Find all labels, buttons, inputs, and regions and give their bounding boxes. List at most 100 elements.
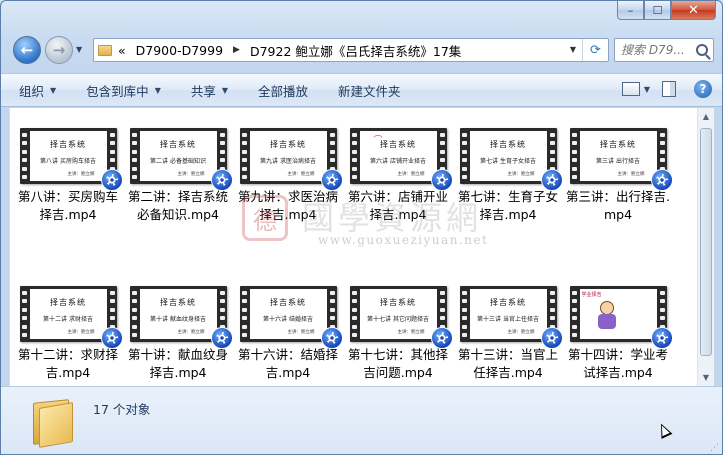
address-bar[interactable]: « D7900-D7999 ▶ D7922 鲍立娜《吕氏择吉系统》17集 ▼ ⟳: [93, 38, 609, 62]
film-reel-icon: [100, 169, 123, 191]
file-name[interactable]: 第十四讲：学业考试择吉.mp4: [564, 346, 672, 382]
file-item[interactable]: 择吉系统第三讲 出行择吉主讲：鲍立娜第三讲：出行择吉.mp4: [564, 128, 673, 248]
file-name[interactable]: 第十讲：献血纹身择吉.mp4: [124, 346, 232, 382]
file-item[interactable]: 择吉系统 第二讲 必备基础知识 主讲：鲍立娜第二讲：择吉系统必备知识.mp4: [124, 128, 233, 248]
command-bar: 组织 ▼ 包含到库中 ▼ 共享 ▼ 全部播放 新建文件夹 ▼ ?: [1, 73, 722, 107]
forward-button[interactable]: →: [45, 36, 73, 64]
film-sprocket: [350, 286, 359, 342]
thumbnail-frame: 择吉系统 第十七讲 其它问题择吉 主讲：鲍立娜: [359, 289, 437, 339]
preview-pane-icon[interactable]: [662, 81, 676, 97]
thumbnail-subtitle: 第三讲 出行择吉: [596, 158, 640, 165]
organize-label: 组织: [19, 83, 45, 99]
file-name[interactable]: 第十三讲：当官上任择吉.mp4: [454, 346, 562, 382]
mouse-cursor-icon: [655, 421, 673, 439]
thumbnail-subtitle: 第七讲 生育子女择吉: [480, 158, 536, 165]
thumbnail-frame: 择吉系统 第十三讲 当官上任择吉 主讲：鲍立娜: [469, 289, 547, 339]
file-name[interactable]: 第九讲：求医治病择吉.mp4: [234, 188, 342, 224]
thumbnail-frame: 学业择吉: [579, 289, 657, 339]
vertical-scrollbar[interactable]: ▲ ▼: [697, 108, 714, 386]
file-item[interactable]: 择吉系统 第九讲 求医治病择吉 主讲：鲍立娜 第九讲：求医治病择吉.mp4: [234, 128, 343, 248]
thumbnail-frame: 择吉系统 第十六讲 结婚择吉 主讲：鲍立娜: [249, 289, 327, 339]
film-sprocket: [130, 286, 139, 342]
share-menu[interactable]: 共享 ▼: [191, 81, 228, 100]
breadcrumb-separator-icon[interactable]: ▶: [233, 45, 240, 55]
thumbnail-frame: 择吉系统第七讲 生育子女择吉主讲：鲍立娜: [469, 131, 547, 181]
thumbnail-footer: 主讲：鲍立娜: [287, 172, 315, 177]
video-thumbnail: 择吉系统 第九讲 求医治病择吉 主讲：鲍立娜: [239, 128, 343, 191]
breadcrumb-parent[interactable]: D7900-D7999: [136, 43, 223, 58]
thumbnail-title: 择吉系统: [600, 140, 636, 149]
file-name[interactable]: 第十六讲：结婚择吉.mp4: [234, 346, 342, 382]
file-name[interactable]: 第六讲：店铺开业择吉.mp4: [344, 188, 452, 224]
address-dropdown-icon[interactable]: ▼: [570, 45, 576, 54]
file-list-pane[interactable]: 择吉系统 第八讲 买房购车择吉 主讲：鲍立娜 第八讲：买房购车择吉.mp4 择吉系统 第二…: [9, 108, 714, 386]
search-box[interactable]: [614, 38, 714, 62]
thumbnail-subtitle: 第十六讲 结婚择吉: [263, 316, 313, 323]
file-item[interactable]: 择吉系统第七讲 生育子女择吉主讲：鲍立娜第七讲：生育子女择吉.mp4: [454, 128, 563, 248]
film-sprocket: [460, 128, 469, 184]
video-thumbnail: 择吉系统 第十六讲 结婚择吉 主讲：鲍立娜: [239, 286, 343, 349]
caption-buttons: – ☐ ✕: [617, 1, 716, 21]
video-thumbnail: 择吉系统第七讲 生育子女择吉主讲：鲍立娜: [459, 128, 563, 191]
toolbar-right: ▼ ?: [621, 80, 712, 98]
back-button[interactable]: ←: [13, 36, 41, 64]
folder-icon: [98, 44, 112, 56]
film-sprocket: [20, 286, 29, 342]
film-reel-icon: [320, 327, 343, 349]
play-all-button[interactable]: 全部播放: [258, 81, 308, 100]
annotation-mark-icon: ⌒: [373, 136, 383, 146]
navigation-bar: ← → ▼ « D7900-D7999 ▶ D7922 鲍立娜《吕氏择吉系统》1…: [9, 36, 714, 66]
scroll-thumb[interactable]: [700, 128, 712, 356]
file-name[interactable]: 第三讲：出行择吉.mp4: [564, 188, 672, 224]
change-view-icon[interactable]: [621, 82, 640, 96]
search-icon[interactable]: [696, 44, 708, 56]
scroll-up-button[interactable]: ▲: [698, 108, 714, 125]
thumbnail-footer: 主讲：鲍立娜: [67, 172, 95, 177]
include-in-library-menu[interactable]: 包含到库中 ▼: [86, 81, 161, 100]
breadcrumb-current[interactable]: D7922 鲍立娜《吕氏择吉系统》17集: [250, 41, 461, 60]
file-name[interactable]: 第十七讲：其他择吉问题.mp4: [344, 346, 452, 382]
forward-arrow-icon: →: [52, 41, 66, 59]
thumbnail-footer: 主讲：鲍立娜: [397, 172, 425, 177]
chevron-down-icon: ▼: [154, 85, 161, 95]
minimize-button[interactable]: –: [617, 1, 644, 20]
thumbnail-footer: 主讲：鲍立娜: [617, 172, 645, 177]
thumbnail-title: 择吉系统: [50, 298, 86, 307]
close-button[interactable]: ✕: [671, 1, 716, 20]
film-reel-icon: [430, 169, 453, 191]
thumbnail-title: 择吉系统: [270, 140, 306, 149]
file-name[interactable]: 第八讲：买房购车择吉.mp4: [14, 188, 122, 224]
file-name[interactable]: 第二讲：择吉系统必备知识.mp4: [124, 188, 232, 224]
organize-menu[interactable]: 组织 ▼: [19, 81, 56, 100]
search-input[interactable]: [621, 43, 693, 57]
file-item[interactable]: 择吉系统 第六讲 店铺开业择吉 主讲：鲍立娜 ⌒ 第六讲：店铺开业择吉.mp4: [344, 128, 453, 248]
thumbnail-subtitle: 第十七讲 其它问题择吉: [367, 316, 429, 323]
thumbnail-subtitle: 第二讲 必备基础知识: [150, 158, 206, 165]
thumbnail-frame: 择吉系统 第二讲 必备基础知识 主讲：鲍立娜: [139, 131, 217, 181]
cartoon-character-icon: [596, 301, 618, 331]
video-thumbnail: 学业择吉: [569, 286, 673, 349]
view-options-dropdown-icon[interactable]: ▼: [644, 85, 650, 94]
recent-pages-dropdown[interactable]: ▼: [76, 45, 82, 54]
help-icon[interactable]: ?: [694, 80, 712, 98]
thumbnail-subtitle: 第十二讲 求财择吉: [43, 316, 93, 323]
maximize-button[interactable]: ☐: [644, 1, 671, 20]
refresh-button[interactable]: ⟳: [582, 39, 608, 61]
file-name[interactable]: 第十二讲：求财择吉.mp4: [14, 346, 122, 382]
thumbnail-frame: 择吉系统 第六讲 店铺开业择吉 主讲：鲍立娜 ⌒: [359, 131, 437, 181]
resize-grip-icon[interactable]: ⋰: [710, 443, 719, 453]
new-folder-button[interactable]: 新建文件夹: [338, 81, 401, 100]
video-thumbnail: 择吉系统 第十二讲 求财择吉 主讲：鲍立娜: [19, 286, 123, 349]
film-reel-icon: [650, 169, 673, 191]
film-sprocket: [20, 128, 29, 184]
scroll-down-button[interactable]: ▼: [698, 369, 714, 386]
film-sprocket: [130, 128, 139, 184]
file-item[interactable]: 择吉系统 第八讲 买房购车择吉 主讲：鲍立娜 第八讲：买房购车择吉.mp4: [14, 128, 123, 248]
thumbnail-footer: 主讲：鲍立娜: [507, 172, 535, 177]
file-name[interactable]: 第七讲：生育子女择吉.mp4: [454, 188, 562, 224]
breadcrumb-overflow[interactable]: «: [118, 43, 126, 58]
thumbnail-subtitle: 第十讲 献血纹身择吉: [150, 316, 206, 323]
film-reel-icon: [540, 327, 563, 349]
video-thumbnail: 择吉系统第三讲 出行择吉主讲：鲍立娜: [569, 128, 673, 191]
thumbnail-title: 择吉系统: [490, 140, 526, 149]
